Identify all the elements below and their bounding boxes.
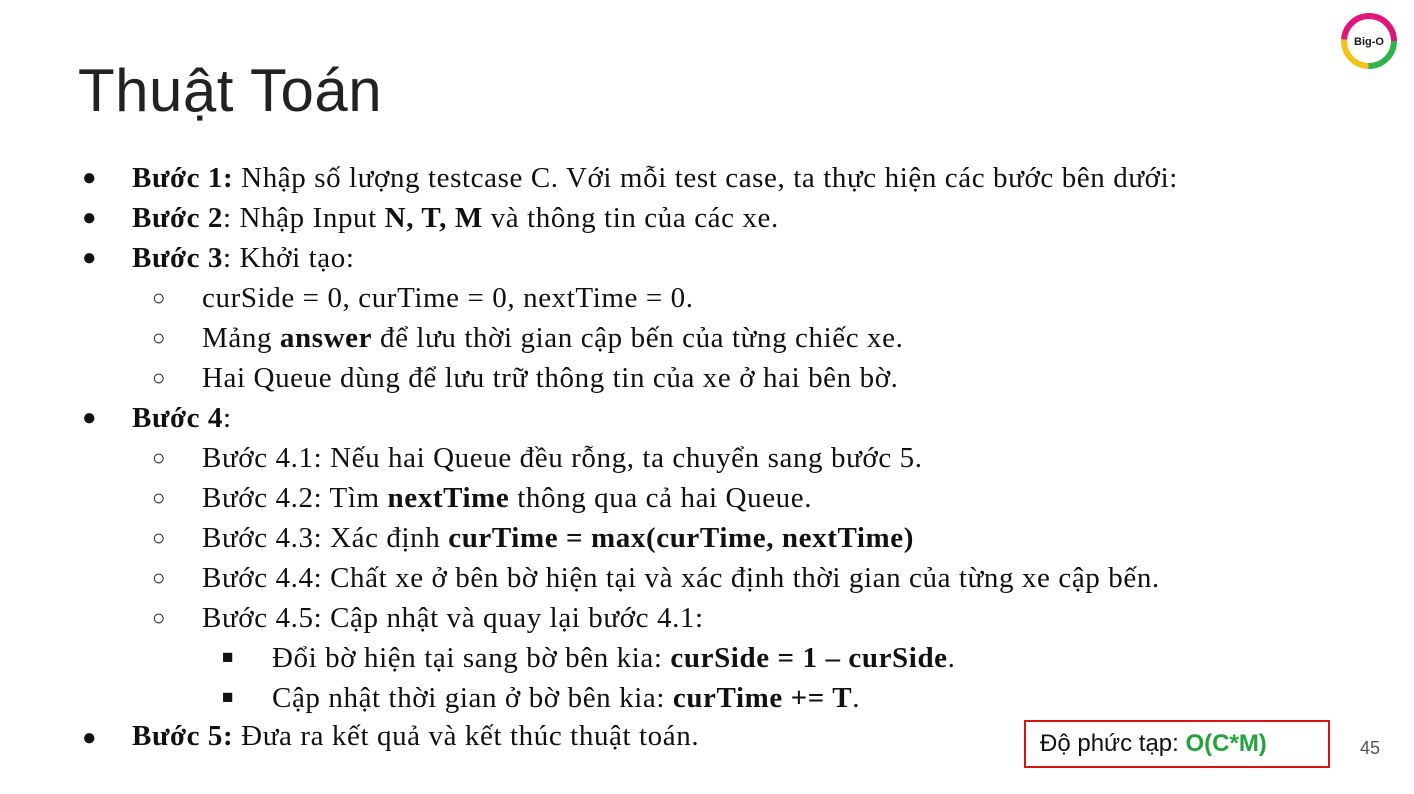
- step-4-4: Bước 4.4: Chất xe ở bên bờ hiện tại và x…: [202, 562, 1160, 594]
- step-4-1: Bước 4.1: Nếu hai Queue đều rỗng, ta chu…: [202, 442, 923, 474]
- step-label: Bước 3: [132, 242, 224, 274]
- bullet-level3: ■: [222, 647, 234, 668]
- bold-text: N, T, M: [384, 202, 483, 234]
- step-label: Bước 4: [132, 402, 224, 434]
- step-label: Bước 5:: [132, 720, 234, 752]
- step-5: Bước 5: Đưa ra kết quả và kết thúc thuật…: [132, 720, 700, 752]
- bullet-level2: ○: [152, 565, 166, 590]
- step-3: Bước 3: Khởi tạo:: [132, 242, 355, 274]
- logo-text: Big-O: [1354, 36, 1384, 48]
- bullet-level1: ●: [82, 405, 97, 431]
- page-number: 45: [1360, 738, 1381, 758]
- step-3-sub-2: Mảng answer để lưu thời gian cập bến của…: [202, 322, 904, 354]
- step-3-sub-3: Hai Queue dùng để lưu trữ thông tin của …: [202, 362, 899, 394]
- bullet-level2: ○: [152, 605, 166, 630]
- step-4-5: Bước 4.5: Cập nhật và quay lại bước 4.1:: [202, 602, 704, 634]
- slide-title: Thuật Toán: [78, 57, 383, 124]
- bold-text: curSide = 1 – curSide: [670, 642, 948, 674]
- complexity-box: Độ phức tạp: O(C*M): [1024, 720, 1330, 768]
- bold-text: answer: [279, 322, 373, 354]
- complexity-label: Độ phức tạp:: [1040, 730, 1186, 757]
- bullet-level1: ●: [82, 725, 97, 751]
- step-text: Nhập số lượng testcase C. Với mỗi test c…: [233, 162, 1178, 194]
- big-o-logo: Big-O: [1341, 13, 1397, 69]
- step-4-5-sub-1: Đổi bờ hiện tại sang bờ bên kia: curSide…: [272, 642, 956, 674]
- bullet-level2: ○: [152, 365, 166, 390]
- step-4: Bước 4:: [132, 402, 232, 434]
- bullet-level1: ●: [82, 165, 97, 191]
- bullet-level1: ●: [82, 205, 97, 231]
- step-label: Bước 2: [132, 202, 224, 234]
- step-3-sub-1: curSide = 0, curTime = 0, nextTime = 0.: [202, 282, 694, 314]
- bullet-level1: ●: [82, 245, 97, 271]
- bullet-level2: ○: [152, 445, 166, 470]
- bold-text: curTime = max(curTime, nextTime): [448, 522, 915, 554]
- bullet-level2: ○: [152, 485, 166, 510]
- bullet-level2: ○: [152, 325, 166, 350]
- bullet-level3: ■: [222, 687, 234, 708]
- step-4-2: Bước 4.2: Tìm nextTime thông qua cả hai …: [202, 482, 813, 514]
- bold-text: curTime += T: [672, 682, 853, 714]
- step-4-5-sub-2: Cập nhật thời gian ở bờ bên kia: curTime…: [272, 682, 861, 714]
- step-4-3: Bước 4.3: Xác định curTime = max(curTime…: [202, 522, 915, 554]
- step-1: Bước 1: Nhập số lượng testcase C. Với mỗ…: [132, 158, 1178, 198]
- bullet-level2: ○: [152, 525, 166, 550]
- bullet-level2: ○: [152, 285, 166, 310]
- bold-text: nextTime: [387, 482, 510, 514]
- step-label: Bước 1:: [132, 162, 234, 194]
- complexity-value: O(C*M): [1185, 730, 1267, 757]
- step-2: Bước 2: Nhập Input N, T, M và thông tin …: [132, 202, 779, 234]
